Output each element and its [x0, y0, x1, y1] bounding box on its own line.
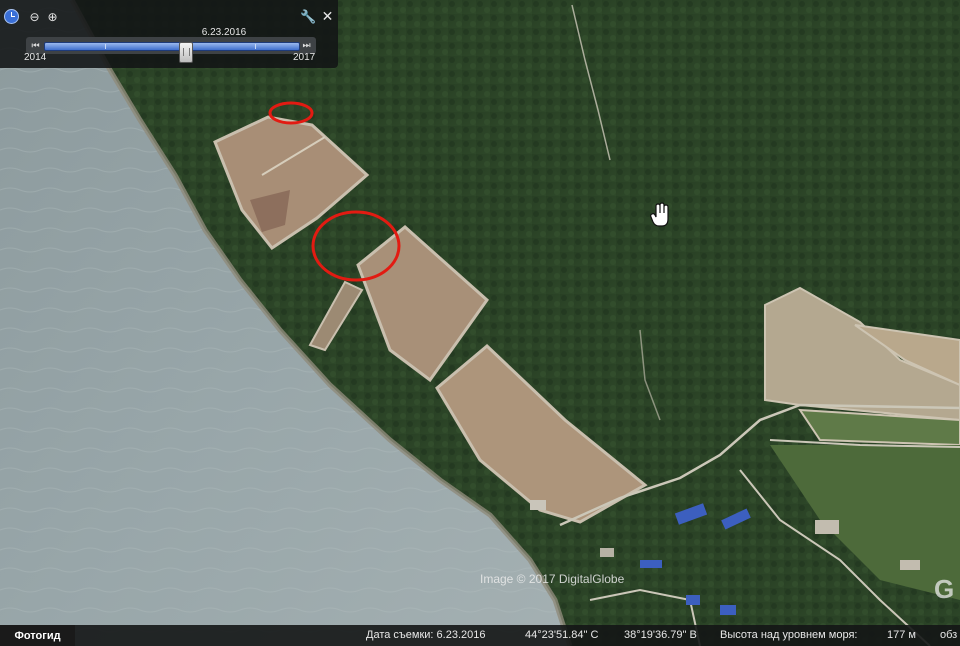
capture-date: Дата съемки: 6.23.2016 [366, 629, 486, 641]
latitude-readout: 44°23'51.84" С [525, 629, 599, 641]
elevation-label: Высота над уровнем моря: [720, 629, 858, 641]
zoom-in-icon[interactable]: ⊕ [45, 9, 60, 24]
historical-imagery-panel: ⊖ ⊕ 🔧 ✕ 6.23.2016 ⏮ ⏭ 2014 2017 [0, 0, 338, 68]
zoom-out-icon[interactable]: ⊖ [27, 9, 42, 24]
satellite-map[interactable] [0, 0, 960, 646]
photo-guide-button[interactable]: Фотогид [0, 625, 75, 646]
hand-cursor-icon [650, 202, 669, 227]
start-year-label: 2014 [24, 52, 47, 63]
elevation-value: 177 м [887, 629, 916, 641]
overflow-text: обз [940, 629, 958, 641]
skip-start-icon[interactable]: ⏮ [30, 40, 41, 51]
google-watermark: G [934, 574, 955, 604]
status-bar: Фотогид Дата съемки: 6.23.2016 44°23'51.… [0, 625, 960, 646]
end-year-label: 2017 [293, 52, 316, 63]
time-tick [255, 44, 256, 49]
close-icon[interactable]: ✕ [320, 8, 335, 24]
wrench-icon[interactable]: 🔧 [300, 9, 316, 24]
map-imagery[interactable] [0, 0, 960, 646]
skip-end-icon[interactable]: ⏭ [301, 40, 312, 51]
longitude-readout: 38°19'36.79" В [624, 629, 697, 641]
time-slider-bar[interactable] [44, 42, 300, 63]
clock-icon[interactable] [4, 9, 19, 24]
time-tick [105, 44, 106, 49]
time-slider-track[interactable]: ⏮ ⏭ [26, 37, 316, 63]
imagery-copyright: Image © 2017 DigitalGlobe [480, 572, 625, 586]
time-slider-handle[interactable] [178, 42, 193, 63]
